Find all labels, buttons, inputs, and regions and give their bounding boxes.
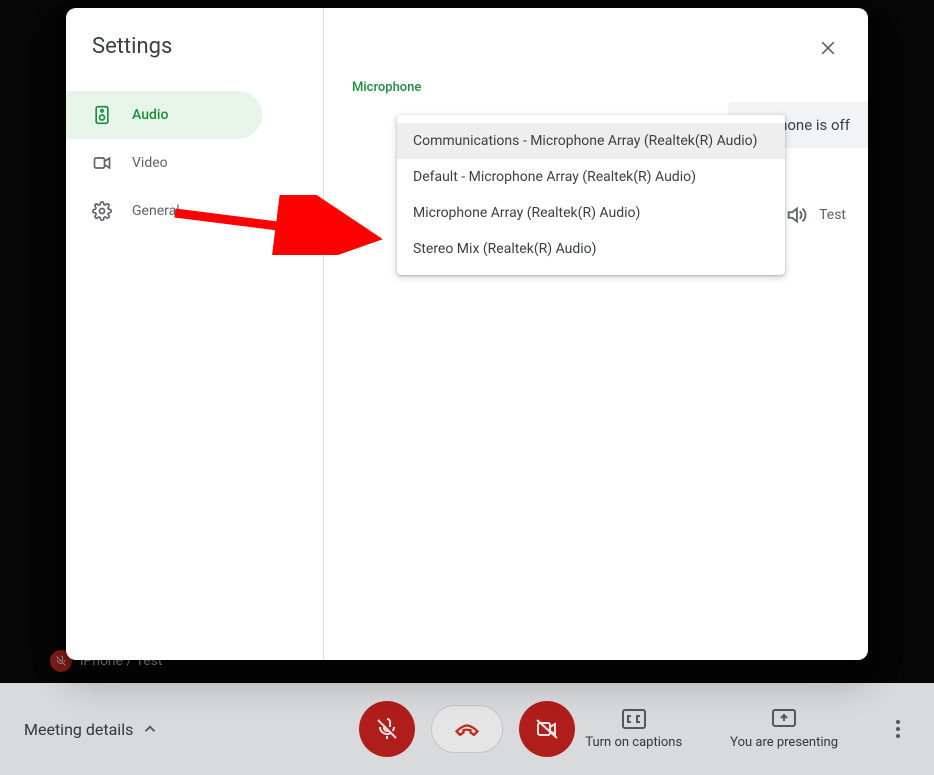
meeting-details-button[interactable]: Meeting details: [24, 720, 159, 739]
settings-title: Settings: [66, 34, 323, 91]
mic-option-default[interactable]: Default - Microphone Array (Realtek(R) A…: [397, 159, 785, 195]
nav-item-audio[interactable]: Audio: [66, 91, 262, 139]
right-controls: Turn on captions You are presenting: [585, 709, 910, 750]
video-icon: [92, 153, 112, 173]
camera-off-icon: [535, 717, 559, 741]
bottom-bar: Meeting details Turn on captions: [0, 683, 934, 775]
settings-sidebar: Settings Audio Video General: [66, 8, 324, 660]
captions-label: Turn on captions: [585, 735, 682, 750]
nav-label-video: Video: [132, 155, 168, 171]
nav-label-general: General: [132, 203, 180, 219]
nav-item-general[interactable]: General: [66, 187, 262, 235]
mic-off-icon: [375, 717, 399, 741]
camera-toggle-button[interactable]: [519, 701, 575, 757]
hangup-button[interactable]: [431, 705, 503, 753]
microphone-dropdown: Communications - Microphone Array (Realt…: [397, 115, 785, 275]
present-icon: [772, 709, 796, 729]
nav-label-audio: Audio: [132, 107, 168, 123]
close-icon: [818, 38, 838, 58]
captions-button[interactable]: Turn on captions: [585, 709, 682, 750]
settings-dialog: Settings Audio Video General Microphone …: [66, 8, 868, 660]
more-options-button[interactable]: [886, 720, 910, 738]
present-button[interactable]: You are presenting: [730, 709, 838, 750]
phone-hangup-icon: [453, 715, 481, 743]
mic-option-communications[interactable]: Communications - Microphone Array (Realt…: [397, 123, 785, 159]
gear-icon: [92, 201, 112, 221]
mic-option-stereo-mix[interactable]: Stereo Mix (Realtek(R) Audio): [397, 231, 785, 267]
present-label: You are presenting: [730, 735, 838, 750]
call-controls: [359, 701, 575, 757]
settings-content: Microphone icrophone is off Test: [324, 8, 868, 660]
nav-item-video[interactable]: Video: [66, 139, 262, 187]
volume-icon: [785, 204, 807, 226]
speaker-icon: [92, 105, 112, 125]
speaker-test-button[interactable]: Test: [785, 204, 846, 226]
test-label: Test: [819, 207, 846, 223]
captions-icon: [622, 709, 646, 729]
mic-option-mic-array[interactable]: Microphone Array (Realtek(R) Audio): [397, 195, 785, 231]
microphone-label: Microphone: [352, 80, 840, 95]
meeting-details-label: Meeting details: [24, 720, 133, 739]
close-button[interactable]: [808, 28, 848, 68]
mic-toggle-button[interactable]: [359, 701, 415, 757]
chevron-up-icon: [141, 720, 159, 738]
